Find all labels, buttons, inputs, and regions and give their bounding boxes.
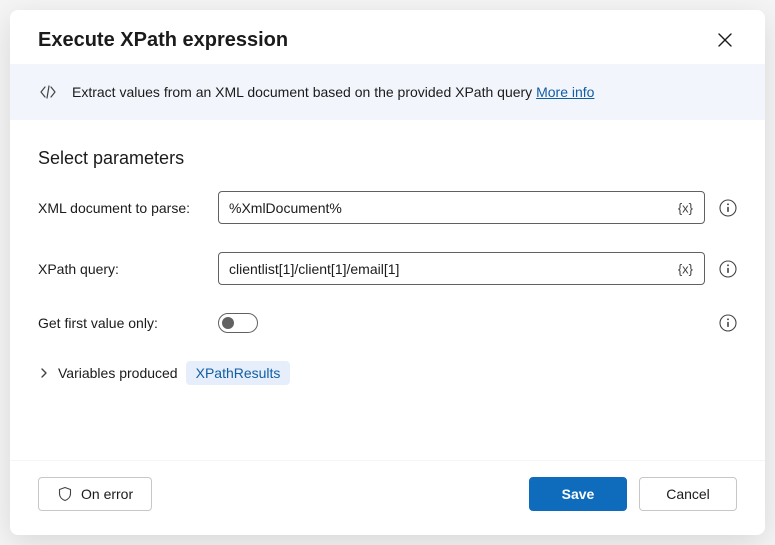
on-error-button[interactable]: On error — [38, 477, 152, 511]
dialog-title: Execute XPath expression — [38, 29, 288, 52]
first-value-row: Get first value only: — [38, 313, 737, 333]
banner-text: Extract values from an XML document base… — [72, 84, 594, 100]
close-button[interactable] — [713, 28, 737, 52]
xml-document-label: XML document to parse: — [38, 200, 218, 216]
shield-icon — [57, 486, 73, 502]
dialog-footer: On error Save Cancel — [10, 460, 765, 535]
xml-document-input[interactable] — [218, 191, 705, 224]
variable-chip[interactable]: XPathResults — [186, 361, 291, 385]
dialog-header: Execute XPath expression — [10, 10, 765, 64]
code-icon — [38, 82, 58, 102]
banner-description: Extract values from an XML document base… — [72, 84, 536, 100]
first-value-label: Get first value only: — [38, 315, 218, 331]
xml-document-row: XML document to parse: {x} — [38, 191, 737, 224]
cancel-button[interactable]: Cancel — [639, 477, 737, 511]
info-icon — [719, 199, 737, 217]
close-icon — [717, 32, 733, 48]
xml-document-variable-button[interactable]: {x} — [674, 198, 697, 217]
xpath-query-row: XPath query: {x} — [38, 252, 737, 285]
info-banner: Extract values from an XML document base… — [10, 64, 765, 120]
variables-produced-label: Variables produced — [58, 365, 178, 381]
info-icon — [719, 314, 737, 332]
xpath-query-info-button[interactable] — [719, 260, 737, 278]
xml-document-input-wrap: {x} — [218, 191, 705, 224]
xpath-query-input[interactable] — [218, 252, 705, 285]
on-error-label: On error — [81, 486, 133, 502]
variables-produced-row[interactable]: Variables produced XPathResults — [38, 361, 737, 385]
xml-document-info-button[interactable] — [719, 199, 737, 217]
xpath-query-variable-button[interactable]: {x} — [674, 259, 697, 278]
first-value-toggle[interactable] — [218, 313, 258, 333]
chevron-right-icon — [38, 367, 50, 379]
xpath-query-label: XPath query: — [38, 261, 218, 277]
content-area: Select parameters XML document to parse:… — [10, 120, 765, 460]
save-button[interactable]: Save — [529, 477, 627, 511]
toggle-knob — [222, 317, 234, 329]
first-value-info-button[interactable] — [719, 314, 737, 332]
section-title: Select parameters — [38, 148, 737, 169]
more-info-link[interactable]: More info — [536, 84, 594, 100]
dialog: Execute XPath expression Extract values … — [10, 10, 765, 535]
xpath-query-input-wrap: {x} — [218, 252, 705, 285]
info-icon — [719, 260, 737, 278]
